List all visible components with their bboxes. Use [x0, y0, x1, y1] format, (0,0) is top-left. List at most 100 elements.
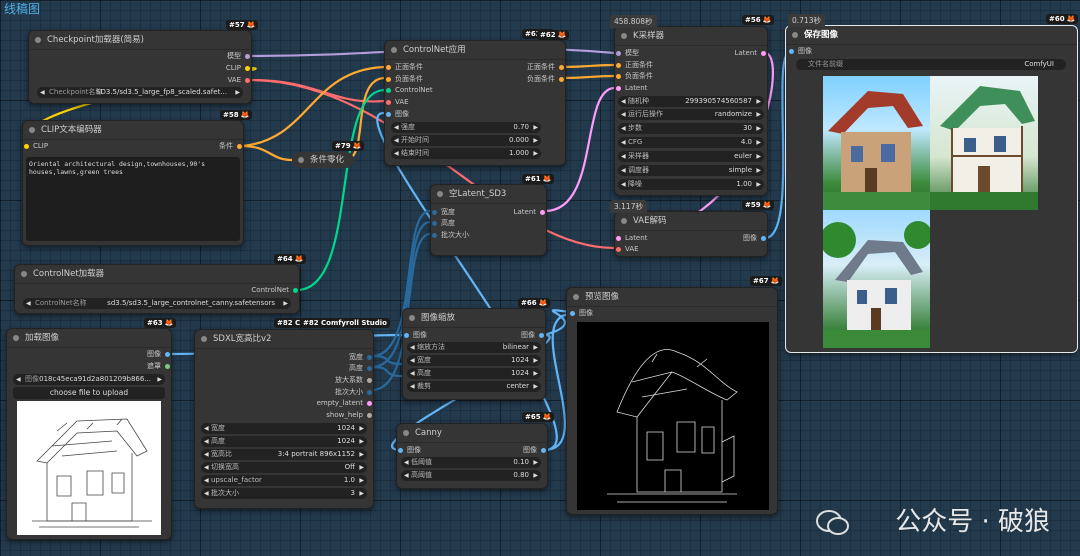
- input-image[interactable]: 图像: [569, 308, 593, 319]
- width-widget[interactable]: ◀ 宽度 1024 ▶: [407, 355, 541, 366]
- high-threshold-widget[interactable]: ◀ 高阈值 0.80 ▶: [401, 470, 541, 481]
- ksampler-node[interactable]: K采样器 模型 正面条件 负面条件 Latent Latent ◀ 随机种 2993…: [614, 26, 768, 196]
- canny-preview-image: [577, 322, 769, 510]
- output-conditioning[interactable]: 条件: [219, 141, 243, 152]
- batch-size-widget[interactable]: ◀ 批次大小 3 ▶: [201, 488, 367, 499]
- output-positive[interactable]: 正面条件: [527, 62, 565, 73]
- node-header[interactable]: 空Latent_SD3: [431, 185, 546, 204]
- sdxl-aspect-ratio-node[interactable]: SDXL宽高比v2 宽度 高度 放大系数 批次大小 empty_latent s…: [194, 329, 374, 509]
- input-image[interactable]: 图像: [397, 445, 421, 456]
- save-image-node[interactable]: 保存图像 图像 文件名前缀 ComfyUI: [785, 25, 1078, 353]
- input-image[interactable]: 图像: [403, 330, 427, 341]
- input-image[interactable]: 图像: [788, 46, 812, 57]
- controlnet-loader-node[interactable]: ControlNet加载器 ControlNet ◀ ControlNet名称 sd…: [14, 264, 300, 314]
- node-header[interactable]: 图像缩放: [403, 309, 545, 328]
- input-vae[interactable]: VAE: [615, 244, 639, 255]
- ckpt-name-combo[interactable]: ◀ Checkpoint名称 SD3.5/sd3.5_large_fp8_scale…: [37, 87, 243, 98]
- node-header[interactable]: ControlNet应用: [385, 41, 565, 60]
- control-after-generate-widget[interactable]: ◀ 运行后操作 randomize ▶: [618, 109, 764, 120]
- low-threshold-widget[interactable]: ◀ 低阈值 0.10 ▶: [401, 457, 541, 468]
- node-header[interactable]: 保存图像: [786, 26, 1077, 45]
- swap-dimensions-widget[interactable]: ◀ 切换宽高 Off ▶: [201, 462, 367, 473]
- checkpoint-loader-node[interactable]: Checkpoint加载器(简易) 模型 CLIP VAE ◀ Checkpoin…: [28, 30, 252, 104]
- image-scale-node[interactable]: 图像缩放 图像 图像 ◀ 缩放方法 bilinear ▶ ◀ 宽度 1024 ▶ ◀ 高度 10…: [402, 308, 546, 400]
- node-header[interactable]: ControlNet加载器: [15, 265, 299, 284]
- output-batch[interactable]: 批次大小: [335, 387, 373, 398]
- load-image-node[interactable]: 加载图像 图像 遮罩 ◀ 图像 018c45eca91d2a801209b866..…: [6, 328, 172, 540]
- scheduler-widget[interactable]: ◀ 调度器 simple ▶: [618, 165, 764, 176]
- conditioning-zero-node[interactable]: 条件零化: [292, 152, 355, 168]
- input-positive[interactable]: 正面条件: [385, 62, 423, 73]
- prompt-textarea[interactable]: Oriental architectural design,townhouses…: [26, 157, 240, 241]
- output-vae[interactable]: VAE: [227, 75, 251, 86]
- input-model[interactable]: 模型: [615, 48, 639, 59]
- node-title: CLIP文本编码器: [41, 125, 102, 135]
- node-header[interactable]: CLIP文本编码器: [23, 121, 243, 140]
- output-upscale[interactable]: 放大系数: [335, 375, 373, 386]
- node-header[interactable]: Canny: [397, 424, 547, 443]
- filename-prefix-widget[interactable]: 文件名前缀 ComfyUI: [796, 59, 1066, 70]
- output-image[interactable]: 图像: [521, 330, 545, 341]
- seed-widget[interactable]: ◀ 随机种 299390574560587 ▶: [618, 96, 764, 107]
- strength-widget[interactable]: ◀ 强度 0.70 ▶: [391, 122, 541, 133]
- upload-button[interactable]: choose file to upload: [13, 387, 165, 399]
- input-positive[interactable]: 正面条件: [615, 60, 653, 71]
- output-image[interactable]: 图像: [147, 349, 171, 360]
- height-widget[interactable]: ◀ 高度 1024 ▶: [407, 368, 541, 379]
- output-image[interactable]: 图像: [743, 233, 767, 244]
- sampler-widget[interactable]: ◀ 采样器 euler ▶: [618, 151, 764, 162]
- node-header[interactable]: 加载图像: [7, 329, 171, 348]
- output-show-help[interactable]: show_help: [326, 410, 373, 421]
- input-image[interactable]: 图像: [385, 109, 409, 120]
- output-controlnet[interactable]: ControlNet: [251, 285, 299, 296]
- clip-text-encoder-node[interactable]: CLIP文本编码器 CLIP 条件 Oriental architectural…: [22, 120, 244, 246]
- input-width[interactable]: 宽度: [431, 207, 455, 218]
- node-badge: #57 🦊: [226, 20, 259, 30]
- input-clip[interactable]: CLIP: [23, 141, 48, 152]
- controlnet-name-combo[interactable]: ◀ ControlNet名称 sd3.5/sd3.5_large_controlne…: [23, 298, 291, 309]
- node-header[interactable]: Checkpoint加载器(简易): [29, 31, 251, 50]
- output-empty-latent[interactable]: empty_latent: [317, 398, 373, 409]
- height-widget[interactable]: ◀ 高度 1024 ▶: [201, 436, 367, 447]
- denoise-widget[interactable]: ◀ 降噪 1.00 ▶: [618, 179, 764, 190]
- end-percent-widget[interactable]: ◀ 结束时间 1.000 ▶: [391, 148, 541, 159]
- start-percent-widget[interactable]: ◀ 开始时间 0.000 ▶: [391, 135, 541, 146]
- controlnet-apply-node[interactable]: ControlNet应用 正面条件 负面条件 ControlNet VAE 图像…: [384, 40, 566, 166]
- input-height[interactable]: 高度: [431, 218, 455, 229]
- canny-node[interactable]: Canny 图像 图像 ◀ 低阈值 0.10 ▶ ◀ 高阈值 0.80 ▶: [396, 423, 548, 489]
- upscale-method-widget[interactable]: ◀ 缩放方法 bilinear ▶: [407, 342, 541, 353]
- output-width[interactable]: 宽度: [349, 352, 373, 363]
- node-badge: #65 🦊: [522, 412, 555, 422]
- input-controlnet[interactable]: ControlNet: [385, 85, 433, 96]
- node-header[interactable]: 预览图像: [567, 288, 777, 307]
- steps-widget[interactable]: ◀ 步数 30 ▶: [618, 123, 764, 134]
- input-latent[interactable]: Latent: [615, 83, 647, 94]
- output-height[interactable]: 高度: [349, 363, 373, 374]
- preview-image-node[interactable]: 预览图像 图像: [566, 287, 778, 515]
- node-header[interactable]: K采样器: [615, 27, 767, 46]
- node-header[interactable]: VAE解码: [615, 212, 767, 231]
- image-file-combo[interactable]: ◀ 图像 018c45eca91d2a801209b866... ▶: [13, 374, 165, 385]
- node-title: 图像缩放: [421, 313, 456, 323]
- vae-decode-node[interactable]: VAE解码 Latent VAE 图像: [614, 211, 768, 257]
- crop-widget[interactable]: ◀ 裁剪 center ▶: [407, 381, 541, 392]
- input-negative[interactable]: 负面条件: [385, 74, 423, 85]
- node-title: 条件零化: [310, 155, 345, 165]
- output-clip[interactable]: CLIP: [226, 63, 251, 74]
- node-header[interactable]: SDXL宽高比v2: [195, 330, 373, 349]
- output-latent[interactable]: Latent: [735, 48, 767, 59]
- input-vae[interactable]: VAE: [385, 97, 409, 108]
- output-mask[interactable]: 遮罩: [147, 361, 171, 372]
- input-negative[interactable]: 负面条件: [615, 71, 653, 82]
- input-batch[interactable]: 批次大小: [431, 230, 469, 241]
- output-model[interactable]: 模型: [227, 51, 251, 62]
- upscale-factor-widget[interactable]: ◀ upscale_factor 1.0 ▶: [201, 475, 367, 486]
- aspect-ratio-widget[interactable]: ◀ 宽高比 3:4 portrait 896x1152 ▶: [201, 449, 367, 460]
- output-image[interactable]: 图像: [523, 445, 547, 456]
- empty-latent-sd3-node[interactable]: 空Latent_SD3 宽度 高度 批次大小 Latent: [430, 184, 547, 256]
- width-widget[interactable]: ◀ 宽度 1024 ▶: [201, 423, 367, 434]
- output-latent[interactable]: Latent: [514, 207, 546, 218]
- input-latent[interactable]: Latent: [615, 233, 647, 244]
- cfg-widget[interactable]: ◀ CFG 4.0 ▶: [618, 137, 764, 148]
- output-negative[interactable]: 负面条件: [527, 74, 565, 85]
